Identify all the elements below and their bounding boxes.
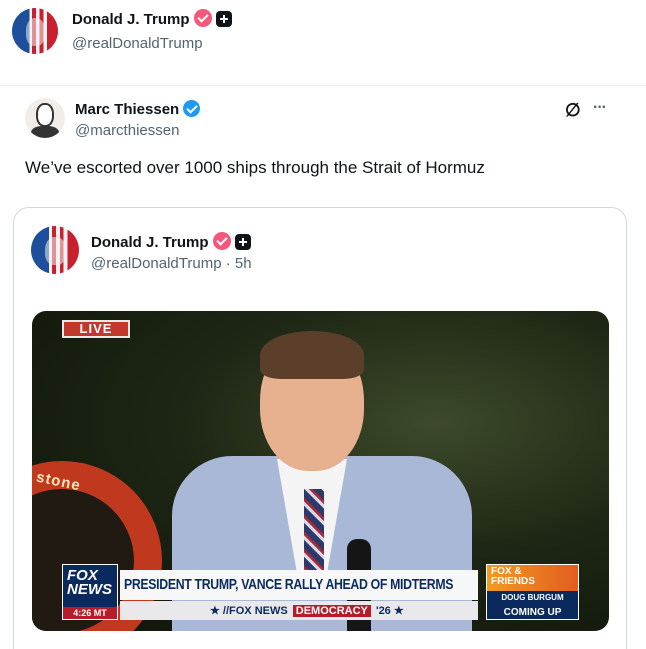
promo-coming-up: COMING UP (503, 607, 562, 618)
more-options-icon[interactable]: ··· (593, 99, 607, 117)
ticker-suffix: '26 ★ (375, 605, 404, 617)
grok-icon[interactable]: ∅ (565, 100, 581, 121)
promo-guest-name: DOUG BURGUM (501, 593, 564, 602)
ticker-bar: ★ //FOX NEWS DEMOCRACY '26 ★ (120, 601, 478, 620)
section-divider (0, 85, 646, 86)
meta-separator: · (225, 255, 231, 272)
outer-author-avatar[interactable] (12, 8, 58, 54)
outer-author-handle[interactable]: @realDonaldTrump (72, 35, 203, 52)
person-hair (260, 331, 364, 379)
avatar-sketch-head (36, 103, 54, 127)
quoted-author-handle[interactable]: @realDonaldTrump (91, 255, 222, 272)
headline-text: PRESIDENT TRUMP, VANCE RALLY AHEAD OF MI… (124, 576, 454, 593)
coming-up-promo: FOX & FRIENDS DOUG BURGUM COMING UP (486, 564, 579, 620)
outer-author-name-row: Donald J. Trump (72, 9, 232, 29)
quoted-tweet-card[interactable]: Donald J. Trump @realDonaldTrump · 5h st… (13, 207, 627, 649)
video-player[interactable]: stone LIVE FOX NEWS 4:26 MT PRESIDENT TR… (32, 311, 609, 631)
avatar-sketch-body (31, 126, 59, 138)
live-badge: LIVE (62, 320, 130, 338)
avatar-face (45, 236, 66, 266)
promo-header: FOX & FRIENDS (487, 565, 578, 591)
reply-author-name-row: Marc Thiessen (75, 100, 201, 119)
quoted-author-meta: @realDonaldTrump · 5h (91, 255, 252, 272)
avatar-face (25, 18, 46, 46)
fox-news-logo-text: FOX NEWS (67, 567, 112, 598)
ticker-highlight: DEMOCRACY (292, 605, 371, 617)
quoted-author-name-row: Donald J. Trump (91, 232, 251, 252)
affiliate-badge-icon (234, 234, 251, 250)
verified-badge-icon (212, 232, 231, 250)
quoted-tweet-time[interactable]: 5h (235, 255, 252, 272)
headline-bar: PRESIDENT TRUMP, VANCE RALLY AHEAD OF MI… (120, 570, 478, 600)
affiliate-badge-icon (215, 11, 232, 27)
reply-author-avatar[interactable] (25, 98, 65, 138)
fox-news-logo: FOX NEWS 4:26 MT (62, 564, 118, 620)
ticker-text: ★ //FOX NEWS DEMOCRACY '26 ★ (210, 604, 404, 617)
ticker-prefix: ★ //FOX NEWS (210, 605, 288, 617)
reply-tweet-text: We’ve escorted over 1000 ships through t… (25, 158, 485, 177)
quoted-author-name[interactable]: Donald J. Trump (91, 234, 209, 251)
reply-author-name[interactable]: Marc Thiessen (75, 101, 179, 118)
verified-badge-icon (193, 9, 212, 27)
outer-author-name[interactable]: Donald J. Trump (72, 11, 190, 28)
reply-author-handle[interactable]: @marcthiessen (75, 122, 179, 139)
promo-show-name: FOX & FRIENDS (491, 566, 535, 587)
verified-badge-icon (183, 100, 201, 117)
broadcast-clock: 4:26 MT (63, 607, 117, 619)
news-lower-third: FOX NEWS 4:26 MT PRESIDENT TRUMP, VANCE … (62, 564, 579, 620)
quoted-author-avatar[interactable] (31, 226, 79, 274)
